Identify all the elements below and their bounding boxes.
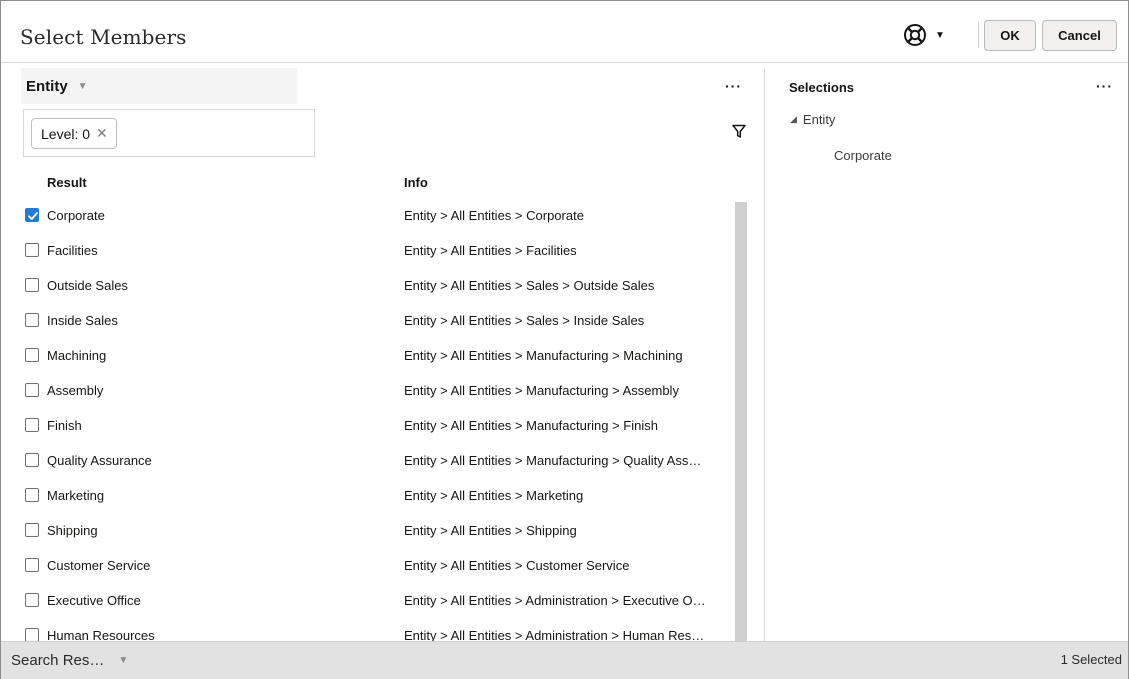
search-results-label: Search Res… xyxy=(11,652,105,669)
member-name: Facilities xyxy=(47,243,98,258)
member-name: Inside Sales xyxy=(47,313,118,328)
member-name: Machining xyxy=(47,348,107,363)
checkbox[interactable] xyxy=(25,523,39,537)
member-info: Entity > All Entities > Manufacturing > … xyxy=(404,453,702,468)
member-info: Entity > All Entities > Facilities xyxy=(404,243,577,258)
caret-down-icon: ▼ xyxy=(77,80,88,92)
member-info: Entity > All Entities > Manufacturing > … xyxy=(404,383,679,398)
dimension-selector[interactable]: Entity ▼ xyxy=(21,68,297,104)
list-item[interactable]: Customer Service Entity > All Entities >… xyxy=(1,548,741,583)
checkbox[interactable] xyxy=(25,313,39,327)
column-header-info: Info xyxy=(404,175,428,190)
list-item[interactable]: Inside Sales Entity > All Entities > Sal… xyxy=(1,303,741,338)
selections-panel: Selections ··· ◢ Entity Corporate xyxy=(765,64,1128,641)
member-info: Entity > All Entities > Shipping xyxy=(404,523,577,538)
member-info: Entity > All Entities > Marketing xyxy=(404,488,584,503)
member-name: Assembly xyxy=(47,383,104,398)
member-info: Entity > All Entities > Administration >… xyxy=(404,593,706,608)
cancel-button[interactable]: Cancel xyxy=(1042,20,1117,51)
checkbox[interactable] xyxy=(25,348,39,362)
lifebuoy-icon xyxy=(903,23,927,47)
filter-icon[interactable] xyxy=(732,124,746,142)
checkbox[interactable] xyxy=(25,628,39,641)
list-item[interactable]: Finish Entity > All Entities > Manufactu… xyxy=(1,408,741,443)
member-name: Executive Office xyxy=(47,593,141,608)
more-options-icon[interactable]: ··· xyxy=(1096,78,1113,94)
list-item[interactable]: Human Resources Entity > All Entities > … xyxy=(1,618,741,641)
member-name: Finish xyxy=(47,418,82,433)
search-results-dropdown[interactable]: Search Res… ▼ xyxy=(11,652,128,669)
member-info: Entity > All Entities > Manufacturing > … xyxy=(404,418,658,433)
selected-count: 1 Selected xyxy=(1060,652,1122,667)
member-name: Quality Assurance xyxy=(47,453,152,468)
list-item[interactable]: Outside Sales Entity > All Entities > Sa… xyxy=(1,268,741,303)
member-info: Entity > All Entities > Sales > Inside S… xyxy=(404,313,645,328)
checkbox[interactable] xyxy=(25,593,39,607)
list-item[interactable]: Machining Entity > All Entities > Manufa… xyxy=(1,338,741,373)
checkbox-checked[interactable] xyxy=(25,208,39,222)
member-name: Marketing xyxy=(47,488,105,503)
checkbox[interactable] xyxy=(25,278,39,292)
filter-chip[interactable]: Level: 0 ✕ xyxy=(31,118,117,149)
dialog-header: Select Members ▼ OK Cancel xyxy=(1,1,1128,63)
checkbox[interactable] xyxy=(25,558,39,572)
filter-field[interactable]: Level: 0 ✕ xyxy=(23,109,315,157)
list-item[interactable]: Facilities Entity > All Entities > Facil… xyxy=(1,233,741,268)
member-info: Entity > All Entities > Administration >… xyxy=(404,628,705,641)
tree-node-label: Entity xyxy=(802,112,836,127)
member-name: Corporate xyxy=(47,208,105,223)
tree-node-corporate[interactable]: Corporate xyxy=(834,148,892,163)
list-item[interactable]: Shipping Entity > All Entities > Shippin… xyxy=(1,513,741,548)
list-item[interactable]: Corporate Entity > All Entities > Corpor… xyxy=(1,198,741,233)
member-info: Entity > All Entities > Customer Service xyxy=(404,558,630,573)
members-panel: Entity ▼ ··· Level: 0 ✕ Result Info Corp… xyxy=(1,64,763,641)
results-list: Corporate Entity > All Entities > Corpor… xyxy=(1,198,741,641)
checkbox[interactable] xyxy=(25,383,39,397)
list-item[interactable]: Marketing Entity > All Entities > Market… xyxy=(1,478,741,513)
dialog-title: Select Members xyxy=(20,25,187,49)
column-header-result: Result xyxy=(47,175,87,190)
caret-down-icon: ▼ xyxy=(935,29,945,41)
expanded-triangle-icon[interactable]: ◢ xyxy=(790,114,797,125)
results-scrollbar[interactable] xyxy=(735,202,747,641)
tree-node-entity[interactable]: ◢ Entity xyxy=(790,112,835,127)
member-name: Customer Service xyxy=(47,558,151,573)
member-name: Human Resources xyxy=(47,628,155,641)
member-name: Shipping xyxy=(47,523,98,538)
dialog-footer: Search Res… ▼ 1 Selected xyxy=(1,641,1128,679)
dimension-label: Entity xyxy=(26,77,68,95)
member-info: Entity > All Entities > Sales > Outside … xyxy=(404,278,655,293)
list-item[interactable]: Executive Office Entity > All Entities >… xyxy=(1,583,741,618)
checkbox[interactable] xyxy=(25,243,39,257)
list-item[interactable]: Quality Assurance Entity > All Entities … xyxy=(1,443,741,478)
caret-down-icon: ▼ xyxy=(118,655,129,666)
list-item[interactable]: Assembly Entity > All Entities > Manufac… xyxy=(1,373,741,408)
filter-chip-label: Level: 0 xyxy=(41,125,91,142)
member-name: Outside Sales xyxy=(47,278,128,293)
checkbox[interactable] xyxy=(25,418,39,432)
ok-button[interactable]: OK xyxy=(984,20,1036,51)
selections-title: Selections xyxy=(789,80,855,95)
header-divider xyxy=(978,22,979,48)
member-info: Entity > All Entities > Corporate xyxy=(404,208,584,223)
help-menu-button[interactable]: ▼ xyxy=(903,21,965,49)
scrollbar-thumb[interactable] xyxy=(735,202,747,641)
member-info: Entity > All Entities > Manufacturing > … xyxy=(404,348,683,363)
checkbox[interactable] xyxy=(25,488,39,502)
more-options-icon[interactable]: ··· xyxy=(725,78,742,94)
close-icon[interactable]: ✕ xyxy=(96,125,108,142)
select-members-dialog: Select Members ▼ OK Cancel Entity ▼ ··· xyxy=(0,0,1129,679)
checkbox[interactable] xyxy=(25,453,39,467)
